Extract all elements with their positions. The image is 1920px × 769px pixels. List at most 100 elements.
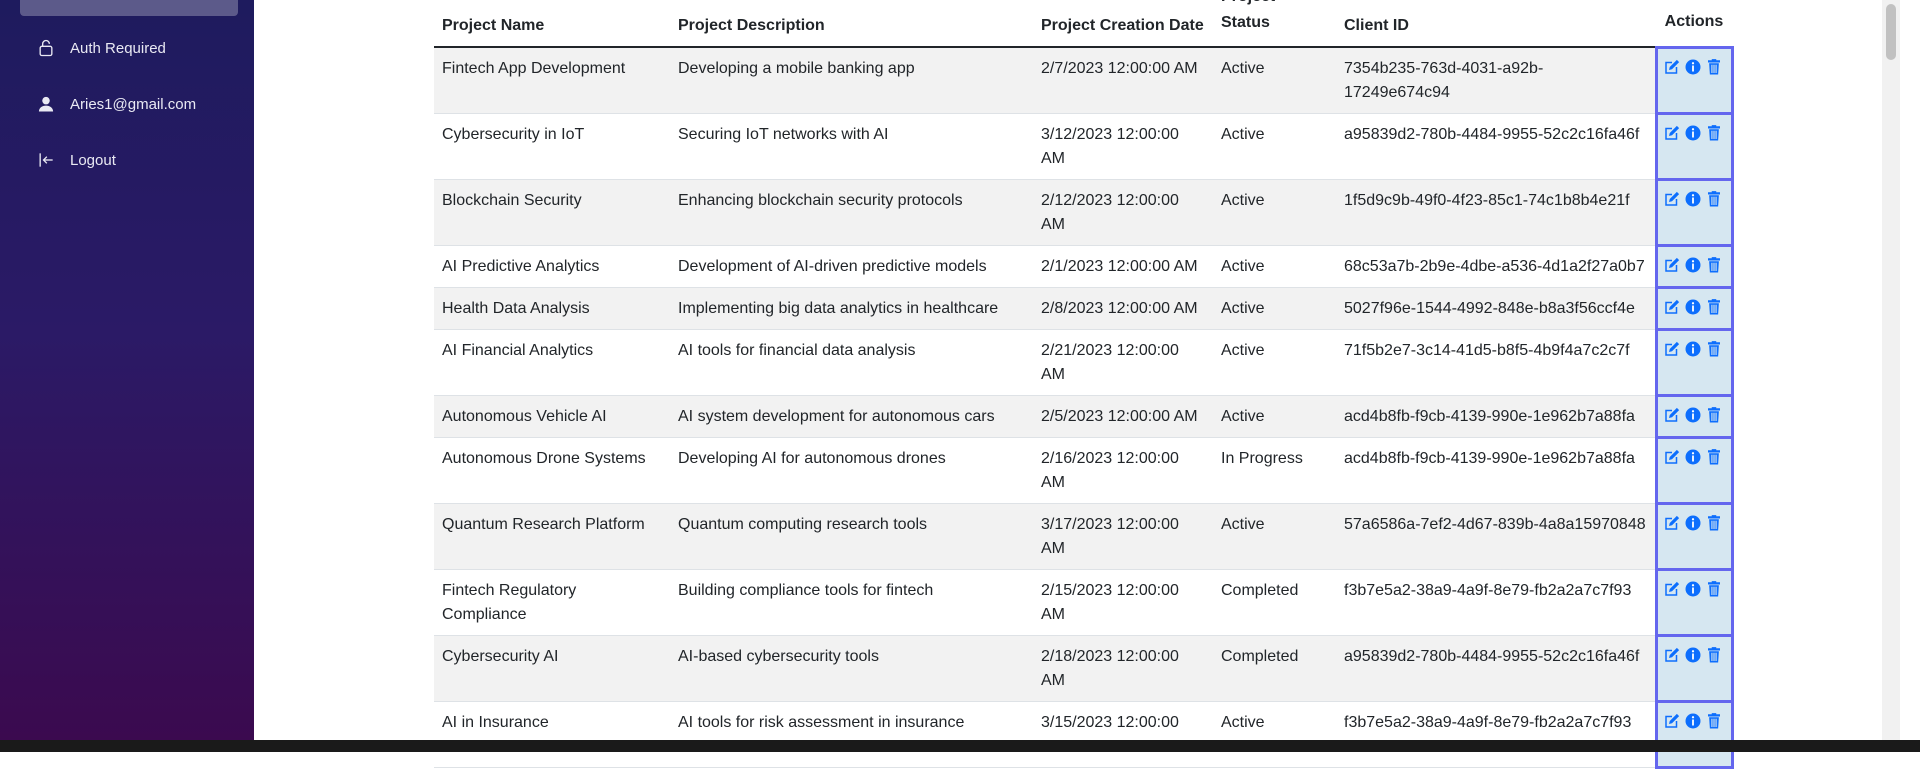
- cell-actions: [1654, 634, 1734, 703]
- cell-project-description: Quantum computing research tools: [670, 503, 1033, 570]
- cell-actions: [1654, 112, 1734, 181]
- cell-actions: [1654, 436, 1734, 505]
- edit-icon[interactable]: [1663, 58, 1681, 76]
- cell-actions: [1654, 45, 1734, 115]
- column-header-project-status[interactable]: Project Status: [1213, 0, 1336, 48]
- cell-project-status: Completed: [1213, 569, 1336, 636]
- table-row: Fintech Regulatory Compliance Building co…: [434, 568, 1734, 637]
- table-row: Fintech App Development Developing a mobi…: [434, 45, 1734, 115]
- cell-project-description: Development of AI-driven predictive mode…: [670, 245, 1033, 288]
- cell-project-name: Fintech App Development: [434, 47, 670, 114]
- cell-creation-date: 3/12/2023 12:00:00 AM: [1033, 113, 1213, 180]
- info-icon[interactable]: [1684, 514, 1702, 532]
- trash-icon[interactable]: [1705, 646, 1723, 664]
- cell-actions: [1654, 394, 1734, 439]
- cell-project-name: Cybersecurity in IoT: [434, 113, 670, 180]
- trash-icon[interactable]: [1705, 190, 1723, 208]
- cell-client-id: acd4b8fb-f9cb-4139-990e-1e962b7a88fa: [1336, 437, 1656, 504]
- sidebar-active-item[interactable]: [20, 0, 238, 16]
- cell-client-id: 68c53a7b-2b9e-4dbe-a536-4d1a2f27a0b7: [1336, 245, 1656, 288]
- cell-client-id: 7354b235-763d-4031-a92b-17249e674c94: [1336, 47, 1656, 114]
- cell-project-description: AI tools for financial data analysis: [670, 329, 1033, 396]
- trash-icon[interactable]: [1705, 124, 1723, 142]
- cell-project-name: AI in Insurance: [434, 701, 670, 768]
- sidebar-item-label: Logout: [70, 151, 116, 169]
- sidebar-item-label: Auth Required: [70, 39, 166, 57]
- info-icon[interactable]: [1684, 340, 1702, 358]
- table-row: AI in Insurance AI tools for risk assessm…: [434, 700, 1734, 769]
- sidebar-item-logout[interactable]: Logout: [34, 148, 116, 172]
- trash-icon[interactable]: [1705, 406, 1723, 424]
- trash-icon[interactable]: [1705, 712, 1723, 730]
- cell-project-description: AI tools for risk assessment in insuranc…: [670, 701, 1033, 768]
- info-icon[interactable]: [1684, 58, 1702, 76]
- cell-project-name: Blockchain Security: [434, 179, 670, 246]
- trash-icon[interactable]: [1705, 256, 1723, 274]
- column-header-creation-date[interactable]: Project Creation Date: [1033, 0, 1213, 48]
- edit-icon[interactable]: [1663, 256, 1681, 274]
- trash-icon[interactable]: [1705, 514, 1723, 532]
- edit-icon[interactable]: [1663, 514, 1681, 532]
- trash-icon[interactable]: [1705, 580, 1723, 598]
- sidebar-item-user[interactable]: Aries1@gmail.com: [34, 92, 196, 116]
- cell-project-name: Autonomous Drone Systems: [434, 437, 670, 504]
- projects-table: Project Name Project Description Project…: [434, 0, 1734, 769]
- table-row: Cybersecurity AI AI-based cybersecurity t…: [434, 634, 1734, 703]
- cell-project-name: AI Financial Analytics: [434, 329, 670, 396]
- info-icon[interactable]: [1684, 124, 1702, 142]
- trash-icon[interactable]: [1705, 58, 1723, 76]
- cell-client-id: a95839d2-780b-4484-9955-52c2c16fa46f: [1336, 635, 1656, 702]
- info-icon[interactable]: [1684, 256, 1702, 274]
- cell-client-id: a95839d2-780b-4484-9955-52c2c16fa46f: [1336, 113, 1656, 180]
- edit-icon[interactable]: [1663, 124, 1681, 142]
- cell-project-status: Active: [1213, 287, 1336, 330]
- cell-actions: [1654, 244, 1734, 289]
- cell-client-id: f3b7e5a2-38a9-4a9f-8e79-fb2a2a7c7f93: [1336, 569, 1656, 636]
- edit-icon[interactable]: [1663, 340, 1681, 358]
- info-icon[interactable]: [1684, 646, 1702, 664]
- cell-project-name: Health Data Analysis: [434, 287, 670, 330]
- cell-creation-date: 3/17/2023 12:00:00 AM: [1033, 503, 1213, 570]
- edit-icon[interactable]: [1663, 448, 1681, 466]
- cell-project-description: Securing IoT networks with AI: [670, 113, 1033, 180]
- cell-project-status: In Progress: [1213, 437, 1336, 504]
- vertical-scrollbar[interactable]: [1882, 0, 1900, 740]
- info-icon[interactable]: [1684, 298, 1702, 316]
- column-header-project-description[interactable]: Project Description: [670, 0, 1033, 48]
- info-icon[interactable]: [1684, 580, 1702, 598]
- cell-actions: [1654, 178, 1734, 247]
- cell-project-status: Active: [1213, 329, 1336, 396]
- cell-project-description: AI system development for autonomous car…: [670, 395, 1033, 438]
- edit-icon[interactable]: [1663, 646, 1681, 664]
- sidebar-item-auth-required[interactable]: Auth Required: [34, 36, 166, 60]
- window-bottom-edge: [0, 740, 1920, 752]
- cell-actions: [1654, 568, 1734, 637]
- cell-client-id: f3b7e5a2-38a9-4a9f-8e79-fb2a2a7c7f93: [1336, 701, 1656, 768]
- info-icon[interactable]: [1684, 406, 1702, 424]
- cell-project-description: AI-based cybersecurity tools: [670, 635, 1033, 702]
- table-row: AI Financial Analytics AI tools for finan…: [434, 328, 1734, 397]
- info-icon[interactable]: [1684, 448, 1702, 466]
- scrollbar-thumb[interactable]: [1886, 4, 1896, 60]
- cell-creation-date: 3/15/2023 12:00:00 AM: [1033, 701, 1213, 768]
- column-header-client-id[interactable]: Client ID: [1336, 0, 1656, 48]
- edit-icon[interactable]: [1663, 298, 1681, 316]
- cell-creation-date: 2/12/2023 12:00:00 AM: [1033, 179, 1213, 246]
- table-row: Blockchain Security Enhancing blockchain …: [434, 178, 1734, 247]
- info-icon[interactable]: [1684, 712, 1702, 730]
- edit-icon[interactable]: [1663, 580, 1681, 598]
- cell-project-name: Autonomous Vehicle AI: [434, 395, 670, 438]
- cell-creation-date: 2/16/2023 12:00:00 AM: [1033, 437, 1213, 504]
- edit-icon[interactable]: [1663, 406, 1681, 424]
- trash-icon[interactable]: [1705, 298, 1723, 316]
- trash-icon[interactable]: [1705, 340, 1723, 358]
- cell-project-status: Active: [1213, 245, 1336, 288]
- edit-icon[interactable]: [1663, 190, 1681, 208]
- column-header-project-name[interactable]: Project Name: [434, 0, 670, 48]
- cell-project-status: Active: [1213, 179, 1336, 246]
- info-icon[interactable]: [1684, 190, 1702, 208]
- trash-icon[interactable]: [1705, 448, 1723, 466]
- cell-project-status: Active: [1213, 503, 1336, 570]
- cell-creation-date: 2/5/2023 12:00:00 AM: [1033, 395, 1213, 438]
- edit-icon[interactable]: [1663, 712, 1681, 730]
